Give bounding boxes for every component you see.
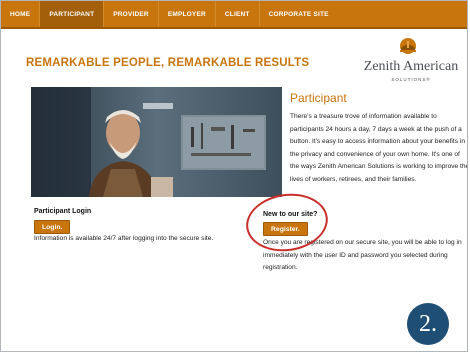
logo-name: Zenith American	[363, 59, 459, 74]
top-nav: HOME PARTICIPANT PROVIDER EMPLOYER CLIEN…	[1, 1, 467, 29]
workshop-photo	[31, 87, 282, 197]
login-button[interactable]: Login.	[34, 220, 71, 234]
nav-employer[interactable]: EMPLOYER	[159, 1, 215, 27]
nav-divider	[103, 1, 105, 27]
nav-provider[interactable]: PROVIDER	[104, 1, 158, 27]
nav-participant[interactable]: PARTICIPANT	[40, 1, 104, 27]
logo-tagline: SOLUTIONS®	[391, 77, 431, 82]
company-logo[interactable]: Zenith American SOLUTIONS®	[356, 37, 466, 87]
hard-hat-icon	[400, 38, 416, 54]
nav-corporate-site[interactable]: CORPORATE SITE	[260, 1, 338, 27]
nav-divider	[157, 1, 159, 27]
login-info-text: Information is available 24/7 after logg…	[34, 235, 214, 242]
participant-title: Participant	[290, 91, 347, 105]
nav-client[interactable]: CLIENT	[216, 1, 259, 27]
step-number-badge: 2.	[407, 303, 449, 345]
nav-divider	[214, 1, 216, 27]
page-headline: REMARKABLE PEOPLE, REMARKABLE RESULTS	[26, 57, 310, 69]
login-heading: Participant Login	[34, 208, 92, 215]
nav-divider	[258, 1, 260, 27]
nav-divider	[39, 1, 41, 27]
nav-home[interactable]: HOME	[1, 1, 39, 27]
page-frame: HOME PARTICIPANT PROVIDER EMPLOYER CLIEN…	[0, 0, 468, 352]
participant-description: There's a treasure trove of information …	[290, 113, 468, 183]
